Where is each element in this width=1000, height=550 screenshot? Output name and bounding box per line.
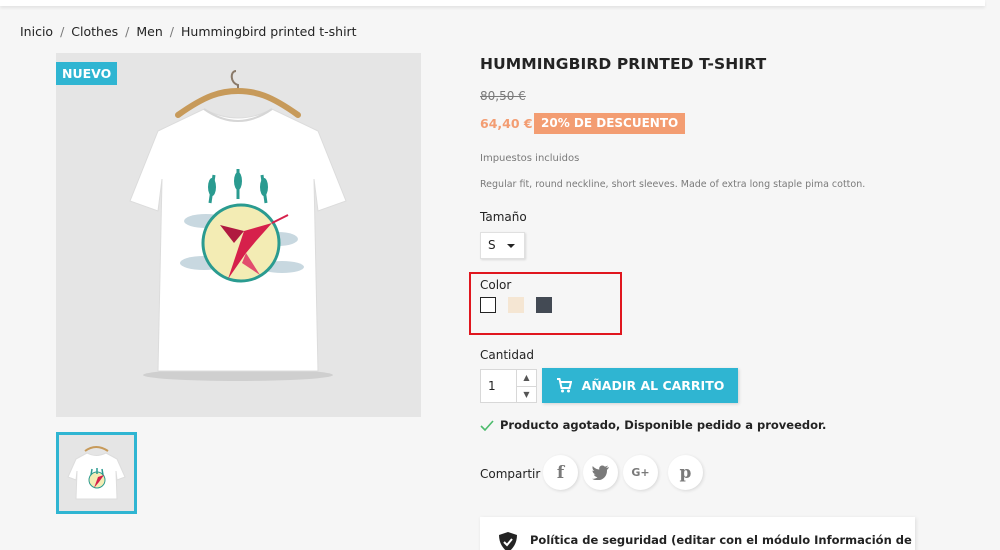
quantity-increase-button[interactable]: ▲	[517, 370, 536, 386]
breadcrumb-separator: /	[125, 24, 130, 39]
new-badge: NUEVO	[56, 62, 118, 85]
quantity-spinner: ▲ ▼	[516, 370, 536, 402]
availability-status: Producto agotado, Disponible pedido a pr…	[480, 418, 826, 432]
color-swatch-white[interactable]	[480, 297, 496, 313]
google-plus-share-button[interactable]: G+	[623, 455, 658, 490]
size-label: Tamaño	[480, 210, 527, 224]
pinterest-icon: p	[679, 462, 692, 483]
shield-icon	[499, 532, 517, 550]
security-policy-text: Política de seguridad (editar con el mód…	[530, 533, 912, 547]
breadcrumb-separator: /	[169, 24, 175, 39]
availability-text: Producto agotado, Disponible pedido a pr…	[500, 418, 827, 432]
product-title: HUMMINGBIRD PRINTED T-SHIRT	[480, 55, 767, 73]
chevron-down-icon	[507, 244, 515, 248]
size-selected-value: S	[488, 238, 496, 252]
facebook-share-button[interactable]: f	[543, 455, 578, 490]
security-reassurance-block: Política de seguridad (editar con el mód…	[480, 517, 915, 550]
tshirt-thumbnail-image	[67, 446, 126, 500]
check-icon	[480, 419, 494, 431]
breadcrumb-current: Hummingbird printed t-shirt	[181, 24, 357, 39]
share-label: Compartir	[480, 467, 541, 481]
tshirt-image	[129, 70, 347, 381]
shopping-cart-icon	[556, 378, 572, 393]
add-to-cart-label: AÑADIR AL CARRITO	[581, 378, 725, 393]
twitter-share-button[interactable]	[583, 455, 618, 490]
discount-badge: 20% DE DESCUENTO	[534, 113, 686, 134]
add-to-cart-button[interactable]: AÑADIR AL CARRITO	[542, 368, 738, 403]
breadcrumb-men[interactable]: Men	[136, 24, 162, 39]
size-select[interactable]: S	[480, 232, 525, 259]
product-cover-image[interactable]	[56, 53, 421, 417]
regular-price: 80,50 €	[480, 89, 526, 103]
google-plus-icon: G+	[631, 466, 650, 479]
quantity-stepper: 1 ▲ ▼	[480, 369, 537, 403]
current-price: 64,40 €	[480, 116, 533, 131]
breadcrumb-separator: /	[60, 24, 65, 39]
color-swatch-charcoal[interactable]	[536, 297, 552, 313]
facebook-icon: f	[556, 462, 565, 483]
product-short-description: Regular fit, round neckline, short sleev…	[480, 179, 866, 190]
color-swatch-cream[interactable]	[508, 297, 524, 313]
tax-label: Impuestos incluidos	[480, 153, 580, 164]
color-label: Color	[480, 278, 512, 292]
breadcrumb: Inicio / Clothes / Men / Hummingbird printed t…	[20, 24, 357, 39]
quantity-input[interactable]: 1	[488, 379, 496, 393]
quantity-label: Cantidad	[480, 348, 534, 362]
top-bar	[0, 0, 985, 6]
quantity-decrease-button[interactable]: ▼	[517, 386, 536, 402]
twitter-icon	[591, 465, 609, 480]
breadcrumb-home[interactable]: Inicio	[20, 24, 53, 39]
product-thumbnail[interactable]	[56, 432, 137, 514]
pinterest-share-button[interactable]: p	[668, 455, 703, 490]
breadcrumb-clothes[interactable]: Clothes	[71, 24, 118, 39]
